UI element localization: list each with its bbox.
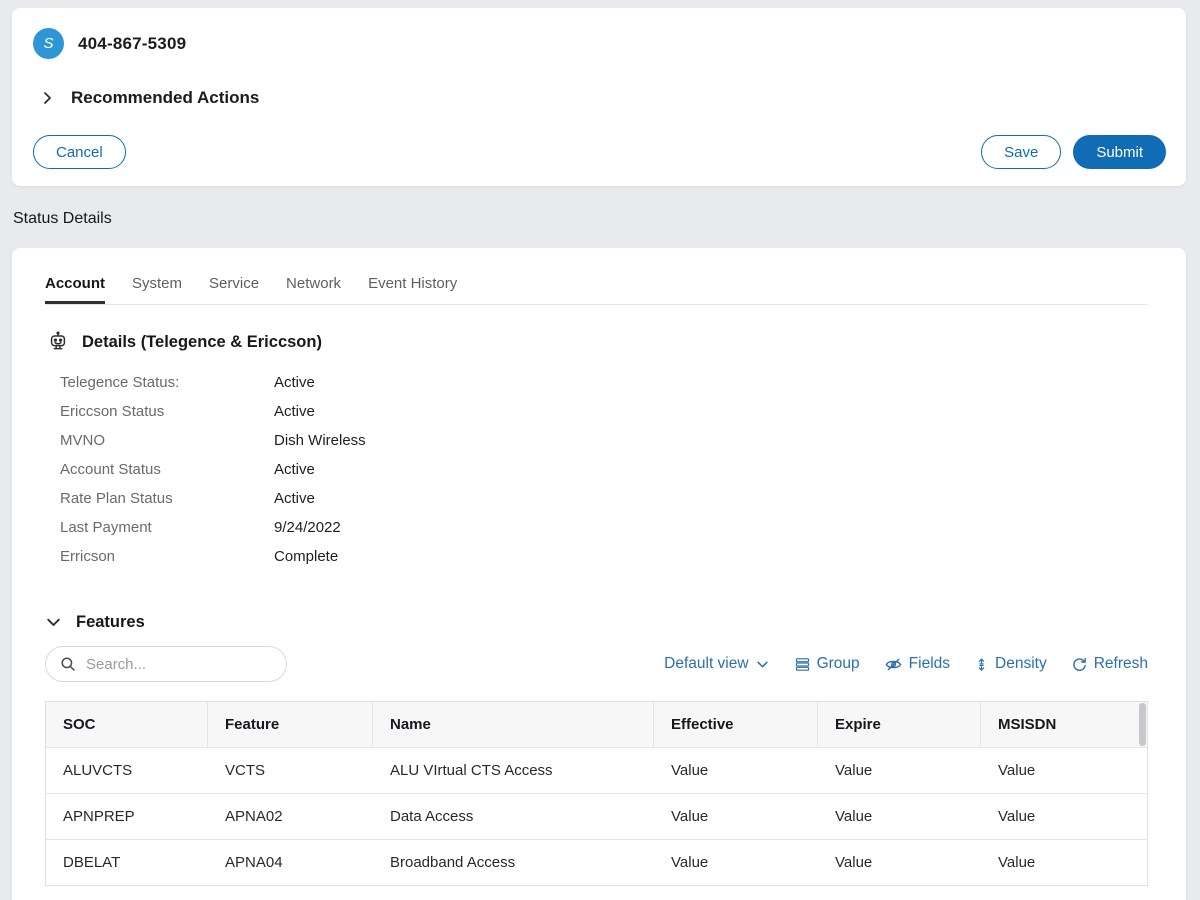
- chevron-right-icon: [39, 90, 55, 106]
- table-cell: Value: [998, 762, 1036, 779]
- features-section-toggle[interactable]: Features: [45, 613, 1148, 632]
- features-heading: Features: [76, 613, 145, 631]
- table-cell: Value: [671, 854, 709, 871]
- customer-header-card: S 404-867-5309 Recommended Actions Cance…: [12, 8, 1186, 186]
- default-view-dropdown[interactable]: Default view: [664, 655, 769, 673]
- table-cell: Value: [998, 808, 1036, 825]
- detail-label: Account Status: [60, 461, 161, 478]
- detail-label: MVNO: [60, 432, 105, 449]
- details-heading: Details (Telegence & Ericcson): [82, 332, 322, 351]
- detail-row-ericcson-status: Ericcson Status Active: [60, 397, 1148, 426]
- refresh-icon: [1071, 656, 1088, 673]
- detail-row-last-payment: Last Payment 9/24/2022: [60, 513, 1148, 542]
- fields-label: Fields: [908, 655, 951, 672]
- recommended-actions-label: Recommended Actions: [71, 88, 260, 107]
- detail-row-telegence-status: Telegence Status: Active: [60, 368, 1148, 397]
- group-label: Group: [816, 655, 860, 672]
- detail-row-mvno: MVNO Dish Wireless: [60, 426, 1148, 455]
- search-input[interactable]: [86, 655, 285, 673]
- tab-account[interactable]: Account: [45, 275, 105, 304]
- table-cell: Value: [998, 854, 1036, 871]
- table-cell: APNA04: [225, 854, 283, 871]
- table-header-row: SOC Feature Name Effective Expire MSISDN: [46, 702, 1147, 747]
- chevron-down-icon: [755, 657, 770, 672]
- table-cell: APNA02: [225, 808, 283, 825]
- detail-value: Dish Wireless: [274, 432, 366, 449]
- table-cell: DBELAT: [63, 854, 121, 871]
- features-table: SOC Feature Name Effective Expire MSISDN…: [45, 701, 1148, 886]
- detail-row-account-status: Account Status Active: [60, 455, 1148, 484]
- density-label: Density: [995, 655, 1047, 672]
- column-header-feature[interactable]: Feature: [208, 702, 373, 747]
- save-button[interactable]: Save: [981, 135, 1062, 169]
- detail-value: Active: [274, 461, 315, 478]
- table-cell: Broadband Access: [390, 854, 516, 871]
- column-header-msisdn[interactable]: MSISDN: [981, 702, 1147, 747]
- tab-service[interactable]: Service: [209, 275, 259, 304]
- table-cell: Value: [671, 808, 709, 825]
- detail-label: Last Payment: [60, 519, 152, 536]
- column-header-name[interactable]: Name: [373, 702, 654, 747]
- tab-event-history[interactable]: Event History: [368, 275, 457, 304]
- density-button[interactable]: Density: [974, 655, 1047, 673]
- header-actions-row: Cancel Save Submit: [33, 135, 1166, 169]
- avatar: S: [33, 28, 64, 59]
- tab-system[interactable]: System: [132, 275, 182, 304]
- density-icon: [974, 656, 989, 673]
- detail-label: Erricson: [60, 548, 116, 565]
- table-cell: ALU VIrtual CTS Access: [390, 762, 553, 779]
- features-controls-row: Default view Group Fields: [45, 646, 1148, 682]
- table-row[interactable]: DBELAT APNA04 Broadband Access Value Val…: [46, 839, 1147, 885]
- status-details-title: Status Details: [13, 210, 112, 227]
- detail-value: Complete: [274, 548, 339, 565]
- detail-value: Active: [274, 403, 315, 420]
- column-header-effective[interactable]: Effective: [654, 702, 818, 747]
- detail-label: Rate Plan Status: [60, 490, 173, 507]
- tab-bar: Account System Service Network Event His…: [45, 248, 1148, 305]
- table-cell: ALUVCTS: [63, 762, 133, 779]
- search-box: [45, 646, 287, 682]
- table-cell: Value: [835, 808, 873, 825]
- table-cell: Value: [835, 854, 873, 871]
- group-icon: [794, 656, 811, 673]
- table-cell: APNPREP: [63, 808, 135, 825]
- tab-network[interactable]: Network: [286, 275, 341, 304]
- table-cell: VCTS: [225, 762, 266, 779]
- table-cell: Value: [835, 762, 873, 779]
- table-toolbar: Default view Group Fields Density Refres…: [664, 655, 1148, 674]
- table-scrollbar[interactable]: [1139, 703, 1146, 746]
- customer-row: S 404-867-5309: [33, 28, 1166, 59]
- detail-label: Ericcson Status: [60, 403, 165, 420]
- chevron-down-icon: [45, 614, 62, 631]
- table-cell: Data Access: [390, 808, 474, 825]
- table-row[interactable]: ALUVCTS VCTS ALU VIrtual CTS Access Valu…: [46, 747, 1147, 793]
- detail-value: Active: [274, 490, 315, 507]
- group-button[interactable]: Group: [794, 655, 860, 673]
- eye-off-icon: [884, 655, 903, 674]
- refresh-label: Refresh: [1093, 655, 1148, 672]
- details-field-list: Telegence Status: Active Ericcson Status…: [60, 368, 1148, 571]
- recommended-actions-toggle[interactable]: Recommended Actions: [39, 88, 1166, 108]
- status-details-card: Account System Service Network Event His…: [12, 248, 1186, 900]
- detail-value: Active: [274, 374, 315, 391]
- robot-icon: [47, 331, 69, 353]
- submit-button[interactable]: Submit: [1073, 135, 1166, 169]
- default-view-label: Default view: [664, 655, 749, 672]
- table-row[interactable]: APNPREP APNA02 Data Access Value Value V…: [46, 793, 1147, 839]
- avatar-initial: S: [43, 35, 54, 52]
- phone-number: 404-867-5309: [78, 33, 187, 53]
- detail-value: 9/24/2022: [274, 519, 341, 536]
- table-cell: Value: [671, 762, 709, 779]
- detail-row-erricson: Erricson Complete: [60, 542, 1148, 571]
- column-header-soc[interactable]: SOC: [46, 702, 208, 747]
- header-actions-right: Save Submit: [981, 135, 1166, 169]
- detail-label: Telegence Status:: [60, 374, 180, 391]
- detail-row-rate-plan-status: Rate Plan Status Active: [60, 484, 1148, 513]
- cancel-button[interactable]: Cancel: [33, 135, 126, 169]
- refresh-button[interactable]: Refresh: [1071, 655, 1148, 673]
- column-header-expire[interactable]: Expire: [818, 702, 981, 747]
- details-section-header: Details (Telegence & Ericcson): [47, 331, 1148, 353]
- fields-button[interactable]: Fields: [884, 655, 950, 674]
- search-icon: [59, 655, 77, 673]
